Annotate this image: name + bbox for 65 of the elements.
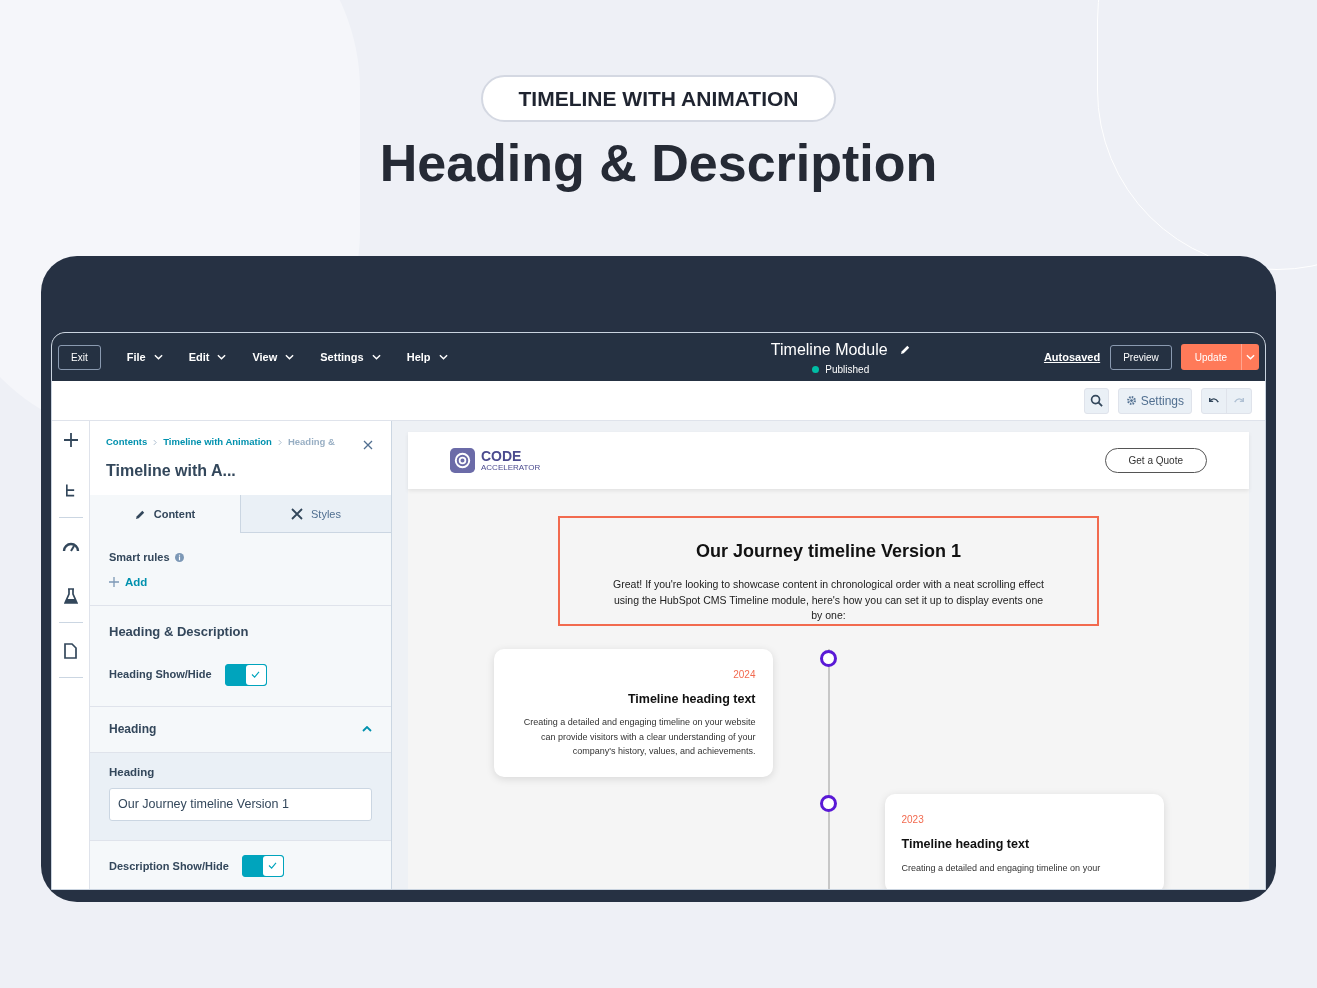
smart-rules-label: Smart rules	[109, 550, 170, 566]
chevron-down-icon	[371, 354, 381, 360]
timeline-node	[820, 794, 837, 812]
toggle-label: Heading Show/Hide	[109, 667, 212, 683]
toggle-switch[interactable]	[241, 854, 284, 877]
speedometer-icon[interactable]	[61, 540, 80, 552]
search-icon	[1089, 394, 1103, 407]
document-icon[interactable]	[64, 643, 77, 659]
timeline-card-title: Timeline heading text	[626, 690, 756, 708]
timeline-card-title: Timeline heading text	[901, 835, 1031, 853]
redo-icon	[1233, 396, 1245, 405]
chevron-down-icon	[1246, 354, 1255, 360]
pencil-icon[interactable]	[899, 344, 911, 355]
chevron-up-icon	[362, 726, 372, 732]
settings-button[interactable]: Settings	[1117, 387, 1192, 414]
check-icon	[268, 862, 278, 870]
menu-button[interactable]: View	[252, 348, 295, 366]
timeline-node	[820, 649, 837, 667]
breadcrumb-link[interactable]: Contents	[106, 435, 148, 450]
heading-input[interactable]: Our Journey timeline Version 1	[109, 787, 372, 821]
field-label: Heading	[109, 764, 156, 780]
menu-button[interactable]: Settings	[320, 348, 381, 366]
module-title: Timeline Module	[770, 339, 888, 360]
menu-button[interactable]: File	[126, 348, 163, 366]
search-button[interactable]	[1083, 387, 1109, 414]
intro-heading: Our Journey timeline Version 1	[695, 540, 962, 563]
title-badge: TIMELINE WITH ANIMATION	[480, 75, 837, 122]
plus-icon	[109, 577, 119, 588]
plus-icon[interactable]	[63, 433, 78, 447]
flask-icon[interactable]	[63, 588, 78, 604]
chevron-down-icon	[285, 354, 295, 360]
timeline-year: 2023	[901, 812, 925, 827]
info-icon[interactable]	[174, 553, 184, 562]
chevron-right-icon	[153, 438, 158, 446]
crossed-tools-icon	[291, 507, 303, 520]
pencil-icon	[134, 508, 146, 520]
close-icon[interactable]	[363, 440, 373, 450]
toggle-switch[interactable]	[224, 663, 267, 686]
toggle-label: Description Show/Hide	[109, 858, 229, 874]
panel-title: Timeline with A...	[106, 461, 237, 482]
gear-icon	[1125, 395, 1137, 406]
autosaved-link[interactable]: Autosaved	[1043, 348, 1101, 366]
menu-button[interactable]: Help	[406, 348, 448, 366]
panel-tab[interactable]: Styles	[240, 495, 391, 534]
timeline-card-text: Creating a detailed and engaging timeline on your website can provide visitors with a clear understanding of your company's history, values, and achievements.	[522, 716, 756, 759]
logo-subtitle: ACCELERATOR	[481, 463, 541, 472]
timeline-year: 2024	[732, 667, 756, 682]
chevron-down-icon	[217, 354, 227, 360]
accordion-header[interactable]: Heading	[90, 706, 391, 753]
exit-button[interactable]: Exit	[58, 344, 101, 370]
timeline-card-text: Creating a detailed and engaging timeline on your	[901, 861, 1102, 875]
chevron-right-icon	[277, 438, 282, 446]
chevron-down-icon	[438, 354, 448, 360]
status-text: Published	[825, 362, 870, 377]
chevron-down-icon	[153, 354, 163, 360]
check-icon	[251, 671, 261, 678]
undo-icon	[1208, 396, 1220, 405]
tree-icon[interactable]	[65, 483, 76, 499]
page-headline: Heading & Description	[379, 133, 938, 194]
logo-word: CODE	[481, 449, 523, 463]
section-title: Heading & Description	[109, 623, 250, 641]
intro-text: Great! If you're looking to showcase content in chronological order with a neat scrolling effect using the HubSpot CMS Timeline module, here's how you can set it up to display events one by one:	[612, 577, 1045, 623]
breadcrumb-link[interactable]: Timeline with Animation	[163, 435, 272, 450]
preview-button[interactable]: Preview	[1110, 344, 1172, 370]
menu-button[interactable]: Edit	[188, 348, 227, 366]
